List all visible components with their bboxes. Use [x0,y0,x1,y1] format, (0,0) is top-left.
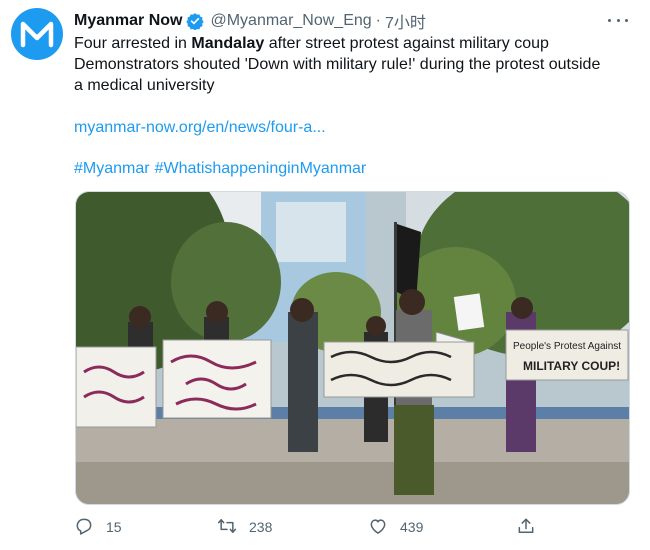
hashtags: #Myanmar #WhatishappeninginMyanmar [74,160,371,178]
text-line1-suffix: after street protest against military co… [264,35,549,52]
sign-2-text: MILITARY COUP! [523,359,620,373]
share-button[interactable] [516,512,536,542]
tweet-time[interactable]: 7小时 [385,9,426,33]
like-icon [368,516,388,539]
hashtag-myanmar[interactable]: #Myanmar [74,160,150,177]
more-icon[interactable] [608,12,628,28]
like-button[interactable]: 439 [368,512,423,542]
share-icon [516,516,536,539]
tweet-text: Four arrested in Mandalay after street p… [74,33,634,96]
text-bold-location: Mandalay [191,35,265,52]
sign-1-text: People's Protest Against [513,341,621,352]
reply-button[interactable]: 15 [74,512,122,542]
text-line2: Demonstrators shouted 'Down with militar… [74,56,601,73]
reply-icon [74,516,94,539]
article-link[interactable]: myanmar-now.org/en/news/four-a... [74,119,326,137]
separator-dot: · [375,12,381,29]
protest-photo: People's Protest Against MILITARY COUP! [76,192,629,504]
author-handle[interactable]: @Myanmar_Now_Eng [210,12,371,30]
hashtag-whatishappening[interactable]: #WhatishappeninginMyanmar [155,160,367,177]
tweet[interactable]: Myanmar Now @Myanmar_Now_Eng · 7小时 Four … [0,0,650,550]
like-count: 439 [400,519,424,535]
text-line3: a medical university [74,77,215,94]
verified-badge-icon [186,12,205,30]
myanmar-now-logo [20,21,54,48]
reply-count: 15 [106,519,122,535]
tweet-actions: 15 238 439 [74,512,554,542]
retweet-count: 238 [249,519,273,535]
tweet-photo[interactable]: People's Protest Against MILITARY COUP! [75,191,630,505]
retweet-button[interactable]: 238 [217,512,272,542]
text-line1-prefix: Four arrested in [74,35,192,52]
retweet-icon [217,516,237,539]
author-name[interactable]: Myanmar Now [74,12,182,30]
avatar[interactable] [11,8,63,60]
tweet-header: Myanmar Now @Myanmar_Now_Eng · 7小时 [74,10,630,32]
